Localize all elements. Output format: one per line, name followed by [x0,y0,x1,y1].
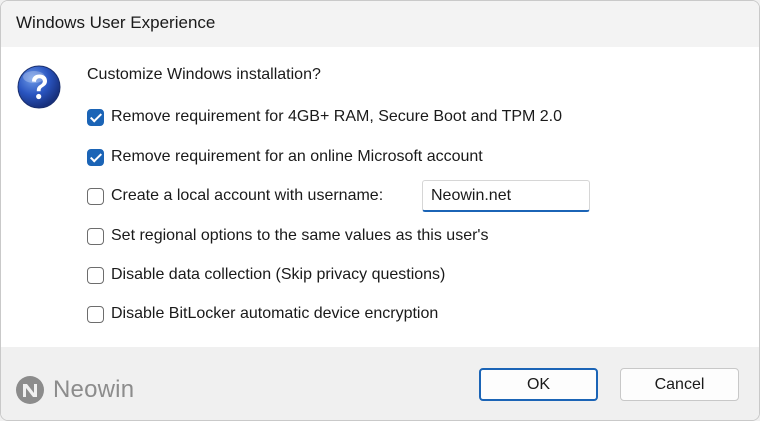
option-remove-hardware-requirements[interactable]: Remove requirement for 4GB+ RAM, Secure … [87,106,562,128]
dialog-window: Windows User Experience Customize Window… [0,0,760,421]
window-title: Windows User Experience [16,13,216,32]
checkbox-disable-bitlocker[interactable] [87,305,104,323]
prompt-text: Customize Windows installation? [87,66,321,83]
option-disable-data-collection[interactable]: Disable data collection (Skip privacy qu… [87,264,445,286]
title-bar[interactable]: Windows User Experience [1,1,759,47]
checkbox-disable-data-collection[interactable] [87,266,104,284]
option-regional-options[interactable]: Set regional options to the same values … [87,225,488,247]
question-icon [17,65,61,109]
ok-button[interactable]: OK [479,368,598,401]
option-create-local-account[interactable]: Create a local account with username: [87,185,383,207]
option-remove-online-account[interactable]: Remove requirement for an online Microso… [87,146,483,168]
cancel-button[interactable]: Cancel [620,368,739,401]
watermark-text: Neowin [53,376,135,403]
option-label: Set regional options to the same values … [111,227,489,244]
option-label: Remove requirement for an online Microso… [111,148,483,165]
checkbox-remove-hardware-requirements[interactable] [87,108,104,126]
option-label: Create a local account with username: [111,187,384,204]
option-label: Disable BitLocker automatic device encry… [111,305,439,322]
neowin-watermark: Neowin [15,374,134,406]
checkbox-create-local-account[interactable] [87,187,104,205]
checkbox-regional-options[interactable] [87,227,104,245]
option-disable-bitlocker[interactable]: Disable BitLocker automatic device encry… [87,303,438,325]
option-label: Remove requirement for 4GB+ RAM, Secure … [111,108,563,125]
option-label: Disable data collection (Skip privacy qu… [111,266,446,283]
neowin-logo-icon [16,376,44,404]
checkbox-remove-online-account[interactable] [87,148,104,166]
username-input[interactable] [422,180,590,212]
